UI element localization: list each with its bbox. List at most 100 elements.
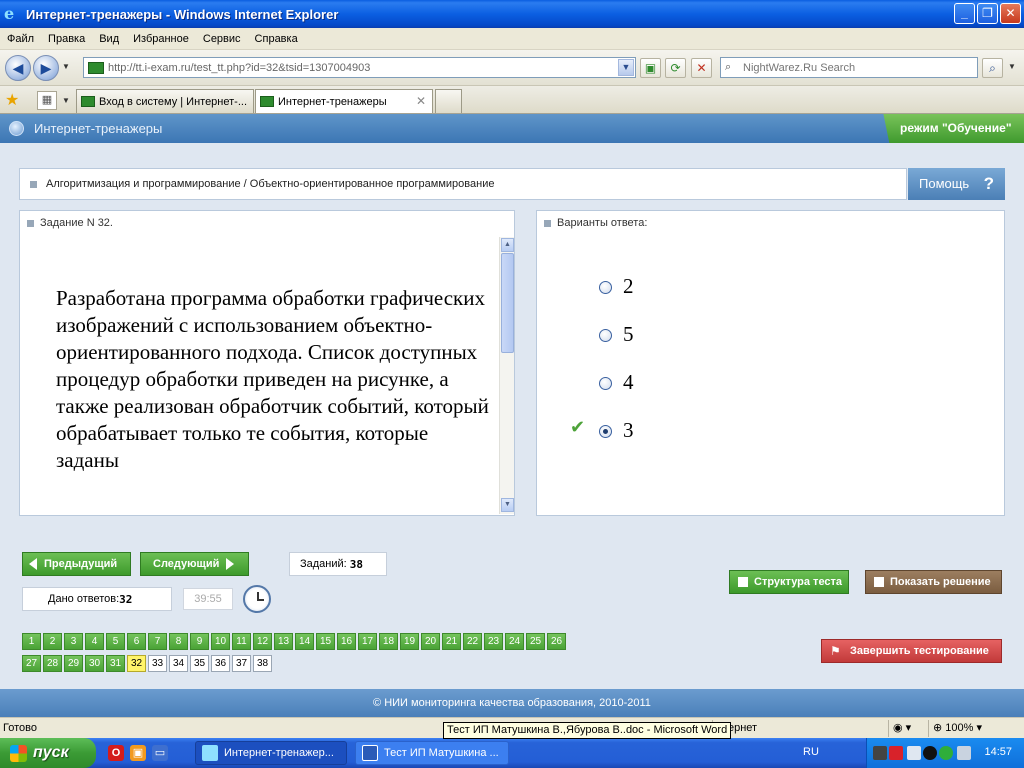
finish-test-button[interactable]: ⚑ Завершить тестирование [821,639,1002,663]
tray-disk-icon[interactable] [923,746,937,760]
question-number-18[interactable]: 18 [379,633,398,650]
stop-icon[interactable]: ✕ [691,58,712,78]
tray-network-icon[interactable] [957,746,971,760]
search-input[interactable] [743,61,973,74]
question-number-37[interactable]: 37 [232,655,251,672]
address-field[interactable]: http://tt.i-exam.ru/test_tt.php?id=32&ts… [83,57,636,78]
question-number-25[interactable]: 25 [526,633,545,650]
question-number-13[interactable]: 13 [274,633,293,650]
kaspersky-icon[interactable] [889,746,903,760]
question-number-20[interactable]: 20 [421,633,440,650]
next-button[interactable]: Следующий [140,552,249,576]
question-number-33[interactable]: 33 [148,655,167,672]
question-number-11[interactable]: 11 [232,633,251,650]
search-icon[interactable]: ⌕ [982,58,1003,78]
forward-button[interactable]: ▶ [33,55,59,81]
question-number-21[interactable]: 21 [442,633,461,650]
question-number-16[interactable]: 16 [337,633,356,650]
question-number-3[interactable]: 3 [64,633,83,650]
compatibility-icon[interactable]: ▣ [640,58,661,78]
question-number-23[interactable]: 23 [484,633,503,650]
question-number-31[interactable]: 31 [106,655,125,672]
question-number-19[interactable]: 19 [400,633,419,650]
question-number-14[interactable]: 14 [295,633,314,650]
question-number-35[interactable]: 35 [190,655,209,672]
search-options-icon[interactable]: ▼ [1008,62,1016,71]
favorites-star-icon[interactable]: ★ [5,90,19,110]
question-number-8[interactable]: 8 [169,633,188,650]
show-solution-button[interactable]: Показать решение [865,570,1002,594]
help-button[interactable]: Помощь ? [908,168,1005,200]
question-number-10[interactable]: 10 [211,633,230,650]
menu-file[interactable]: Файл [0,33,41,45]
question-number-12[interactable]: 12 [253,633,272,650]
quick-tabs-icon[interactable]: ▦ [37,91,57,110]
question-number-27[interactable]: 27 [22,655,41,672]
tray-app-icon[interactable] [873,746,887,760]
question-number-7[interactable]: 7 [148,633,167,650]
menu-favorites[interactable]: Избранное [126,33,196,45]
question-number-22[interactable]: 22 [463,633,482,650]
task-scrollbar[interactable]: ▲ ▼ [499,237,514,514]
protected-mode-icon[interactable]: ◉ ▾ [888,720,926,737]
tab-list-dropdown-icon[interactable]: ▼ [60,91,72,110]
menu-view[interactable]: Вид [92,33,126,45]
answer-option[interactable]: 2 [537,273,837,303]
question-number-6[interactable]: 6 [127,633,146,650]
show-desktop-icon[interactable]: ▭ [152,745,168,761]
language-indicator[interactable]: RU [803,746,819,758]
question-number-38[interactable]: 38 [253,655,272,672]
question-number-29[interactable]: 29 [64,655,83,672]
answer-radio[interactable] [599,329,612,342]
tab-login[interactable]: Вход в систему | Интернет-... [76,89,254,113]
question-number-17[interactable]: 17 [358,633,377,650]
taskbar-item-ie[interactable]: Интернет-тренажер... [195,741,347,765]
tab-trainers[interactable]: Интернет-тренажеры ✕ [255,89,433,113]
quicklaunch-app-icon[interactable]: ▣ [130,745,146,761]
back-button[interactable]: ◀ [5,55,31,81]
address-dropdown-icon[interactable]: ▼ [618,59,634,76]
opera-icon[interactable]: O [108,745,124,761]
answer-radio-selected[interactable] [599,425,612,438]
tray-update-icon[interactable] [939,746,953,760]
question-number-36[interactable]: 36 [211,655,230,672]
question-number-2[interactable]: 2 [43,633,62,650]
refresh-icon[interactable]: ⟳ [665,58,686,78]
menu-help[interactable]: Справка [248,33,305,45]
volume-icon[interactable] [907,746,921,760]
menu-tools[interactable]: Сервис [196,33,248,45]
question-number-30[interactable]: 30 [85,655,104,672]
scroll-down-icon[interactable]: ▼ [501,498,514,512]
zoom-control[interactable]: ⊕ 100% ▾ [928,720,1024,737]
question-number-4[interactable]: 4 [85,633,104,650]
new-tab-button[interactable] [435,89,462,113]
scroll-up-icon[interactable]: ▲ [501,238,514,252]
prev-button[interactable]: Предыдущий [22,552,131,576]
question-number-26[interactable]: 26 [547,633,566,650]
answer-radio[interactable] [599,281,612,294]
question-number-24[interactable]: 24 [505,633,524,650]
test-structure-button[interactable]: Структура теста [729,570,849,594]
answer-option[interactable]: 5 [537,321,837,351]
question-number-1[interactable]: 1 [22,633,41,650]
maximize-button[interactable]: ❐ [977,3,998,24]
scroll-thumb[interactable] [501,253,514,353]
menu-edit[interactable]: Правка [41,33,92,45]
answer-radio[interactable] [599,377,612,390]
question-number-32[interactable]: 32 [127,655,146,672]
answer-option[interactable]: 4 [537,369,837,399]
taskbar-item-word[interactable]: Тест ИП Матушкина ... [355,741,509,765]
question-number-9[interactable]: 9 [190,633,209,650]
question-number-34[interactable]: 34 [169,655,188,672]
minimize-button[interactable]: _ [954,3,975,24]
answer-option[interactable]: ✔ 3 [537,417,837,447]
search-field[interactable]: ⌕ [720,57,978,78]
history-dropdown-icon[interactable]: ▼ [62,62,70,71]
start-button[interactable]: пуск [0,738,96,768]
tab-close-icon[interactable]: ✕ [416,94,426,108]
question-number-5[interactable]: 5 [106,633,125,650]
close-button[interactable]: ✕ [1000,3,1021,24]
question-number-28[interactable]: 28 [43,655,62,672]
task-scroll-area[interactable]: Разработана программа обработки графичес… [20,237,499,515]
question-number-15[interactable]: 15 [316,633,335,650]
